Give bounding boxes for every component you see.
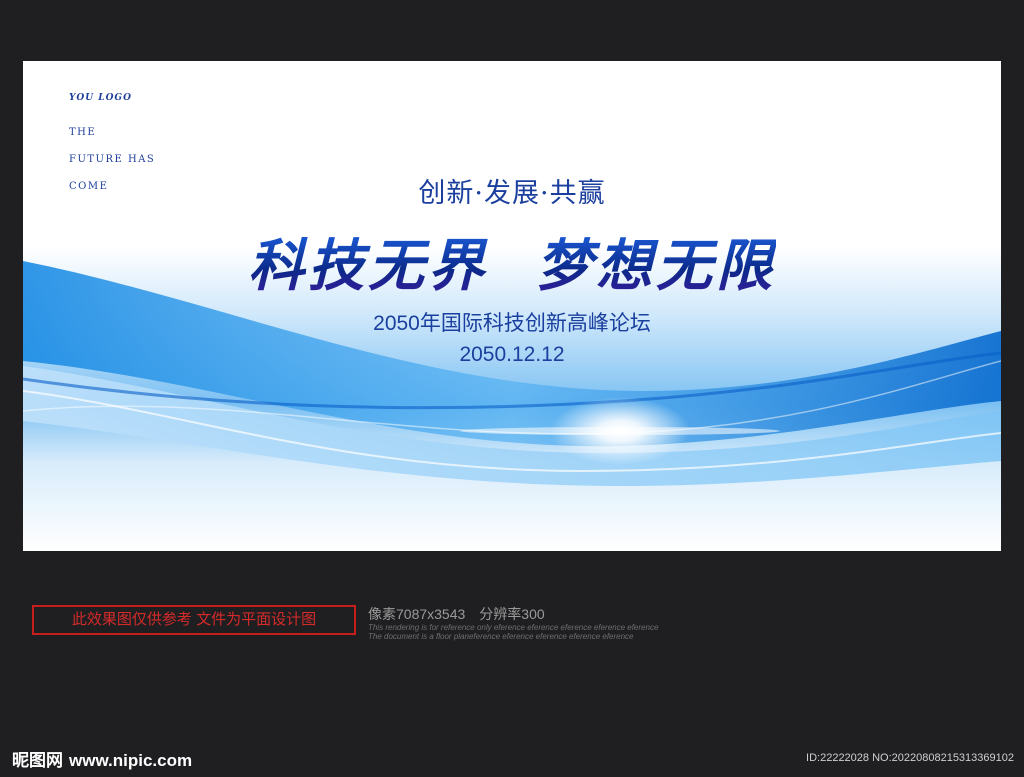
poster-canvas: YOU LOGO THE FUTURE HAS COME 创新·发展·共赢 科技… bbox=[23, 61, 1001, 551]
disclaimer-line: This rendering is for reference only efe… bbox=[368, 623, 659, 632]
brand-name: 昵图网 bbox=[12, 751, 63, 771]
headline-right: 梦想无限 bbox=[536, 234, 776, 299]
brand-url: www.nipic.com bbox=[69, 751, 193, 770]
pixel-size: 像素7087x3543 bbox=[368, 606, 466, 622]
image-id: ID:22222028 NO:20220808215313369102 bbox=[806, 752, 1014, 764]
tagline-line: THE bbox=[69, 127, 97, 138]
file-specs: 像素7087x3543 分辨率300 bbox=[368, 604, 545, 624]
logo-text: YOU LOGO bbox=[69, 93, 132, 103]
slogan: 创新·发展·共赢 bbox=[418, 178, 606, 209]
reference-notice: 此效果图仅供参考 文件为平面设计图 bbox=[32, 605, 356, 635]
headline-left: 科技无界 bbox=[248, 234, 488, 299]
forum-title: 2050年国际科技创新高峰论坛 bbox=[373, 312, 651, 335]
disclaimer-line: The document is a floor planeference efe… bbox=[368, 632, 634, 641]
tagline-line: FUTURE HAS bbox=[69, 154, 156, 165]
event-date: 2050.12.12 bbox=[459, 343, 565, 366]
site-brand[interactable]: 昵图网 www.nipic.com bbox=[12, 746, 192, 771]
headline: 科技无界 梦想无限 bbox=[23, 221, 1001, 302]
resolution: 分辨率300 bbox=[479, 606, 545, 622]
blue-wave-background bbox=[23, 61, 1001, 551]
